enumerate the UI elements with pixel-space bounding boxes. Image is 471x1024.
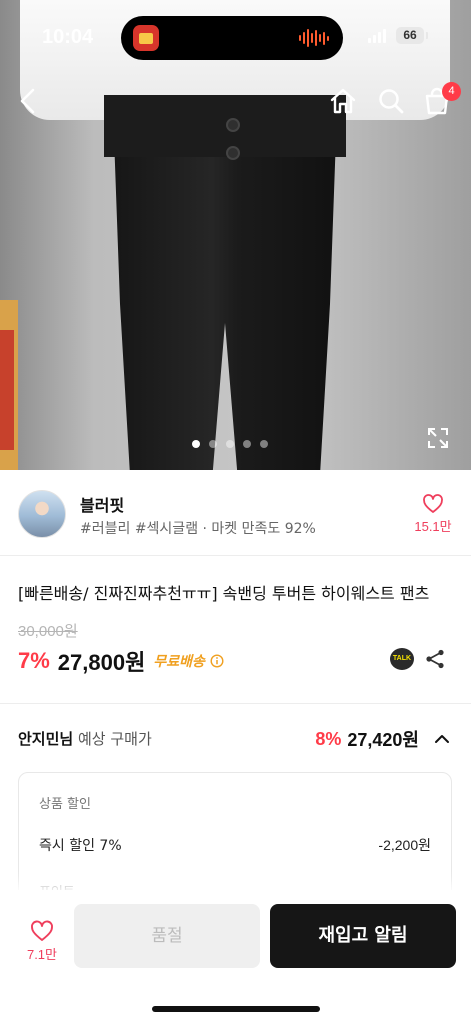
seller-like-count: 15.1만 [414, 519, 452, 534]
home-indicator[interactable] [152, 1006, 320, 1012]
heart-icon[interactable] [22, 918, 62, 942]
gallery-pagination [192, 440, 268, 448]
free-shipping-label: 무료배송 [153, 654, 205, 670]
seller-tags: #러블리 #섹시글램 · 마켓 만족도 92% [80, 521, 316, 537]
expected-price-caption: 예상 구매가 [73, 730, 152, 748]
back-arrow-icon[interactable] [14, 86, 44, 116]
expected-price-label: 안지민님 예상 구매가 [18, 728, 152, 749]
image-button [226, 118, 240, 132]
user-name: 안지민님 [18, 730, 74, 748]
restock-alert-button[interactable]: 재입고 알림 [270, 904, 456, 968]
seller-avatar[interactable] [18, 490, 66, 538]
instant-discount-value: -2,200원 [378, 837, 431, 853]
kakaotalk-icon[interactable]: TALK [390, 648, 414, 670]
instant-discount-label: 즉시 할인 7% [39, 838, 122, 854]
sale-price: 27,800원 [57, 650, 146, 675]
page-dot[interactable] [243, 440, 251, 448]
like-count: 7.1만 [26, 947, 58, 962]
status-bar: 10:04 66 [0, 0, 471, 76]
image-decor [0, 330, 14, 450]
home-icon[interactable] [328, 86, 358, 116]
cellular-signal-icon [368, 29, 386, 43]
image-button [226, 146, 240, 160]
chevron-up-icon[interactable] [433, 730, 451, 748]
share-icon[interactable] [424, 648, 446, 670]
panel-heading: 상품 할인 [39, 797, 91, 812]
image-waistband [104, 95, 346, 157]
discount-rate: 7% [18, 648, 50, 673]
seller-name[interactable]: 블러핏 [80, 492, 124, 516]
cart-count-badge: 4 [442, 82, 461, 101]
seller-row[interactable]: 블러핏 #러블리 #섹시글램 · 마켓 만족도 92% 15.1만 [0, 470, 471, 556]
audio-wave-icon [299, 28, 329, 48]
page-dot[interactable] [226, 440, 234, 448]
product-title: [빠른배송/ 진짜진짜추천ㅠㅠ] 속밴딩 투버튼 하이웨스트 팬츠 [18, 584, 430, 603]
app-icon [133, 25, 159, 51]
page-dot[interactable] [260, 440, 268, 448]
search-icon[interactable] [376, 86, 406, 116]
dynamic-island [121, 16, 343, 60]
status-time: 10:04 [42, 26, 94, 48]
expected-discount: 8% [315, 728, 342, 749]
expected-price: 27,420원 [347, 730, 419, 750]
page-dot[interactable] [209, 440, 217, 448]
heart-icon[interactable] [416, 492, 450, 514]
original-price: 30,000원 [18, 623, 78, 640]
price-row: 7% 27,800원 무료배송 [18, 646, 224, 676]
info-icon[interactable] [210, 654, 224, 668]
bottom-action-bar: 7.1만 품절 재입고 알림 [0, 890, 471, 1024]
soldout-button[interactable]: 품절 [74, 904, 260, 968]
page-dot[interactable] [192, 440, 200, 448]
divider [0, 703, 471, 704]
expand-icon[interactable] [426, 426, 450, 450]
battery-icon: 66 [396, 27, 428, 44]
expected-price-toggle[interactable]: 8% 27,420원 [315, 726, 451, 752]
